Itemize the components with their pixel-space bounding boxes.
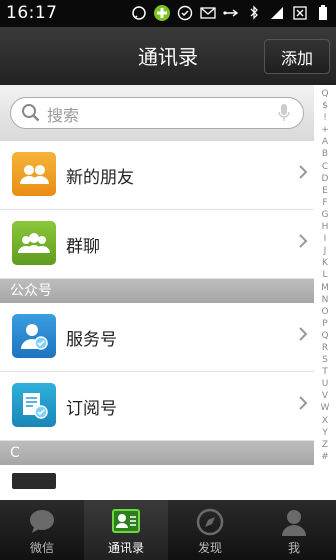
tab-chats[interactable]: 微信 — [0, 500, 84, 560]
tab-label: 微信 — [29, 541, 54, 555]
tab-contacts[interactable]: 通讯录 — [84, 500, 168, 560]
index-letter[interactable]: Q — [314, 330, 336, 342]
index-letter[interactable]: B — [314, 148, 336, 160]
signal-icon — [268, 4, 286, 22]
contacts-icon — [111, 508, 141, 537]
list-item-label: 新的朋友 — [66, 168, 134, 188]
alphabet-index[interactable]: Q $! + A B C D E F G H I J K L M N O P Q R S T U V W X Y Z # — [314, 88, 336, 500]
index-letter[interactable]: U — [314, 378, 336, 390]
index-letter[interactable]: K — [314, 257, 336, 269]
section-header-official: 公众号 — [0, 279, 314, 303]
index-letter[interactable]: + — [314, 124, 336, 136]
index-letter[interactable]: O — [314, 306, 336, 318]
message-icon — [130, 4, 148, 22]
list-item-label: 群聊 — [66, 237, 100, 257]
battery-icon — [314, 4, 332, 22]
search-input[interactable]: 搜索 — [10, 97, 304, 129]
status-icons — [130, 4, 332, 22]
index-letter[interactable]: # — [314, 451, 336, 463]
plus-badge-icon — [153, 4, 171, 22]
section-header-c: C — [0, 441, 314, 465]
index-letter[interactable]: Y — [314, 427, 336, 439]
me-icon — [281, 508, 307, 539]
service-account-icon — [12, 314, 56, 358]
index-letter[interactable]: ! — [314, 112, 336, 124]
list-item-service-account[interactable]: 服务号 — [0, 303, 314, 372]
index-letter[interactable]: Q — [314, 88, 336, 100]
avatar — [12, 473, 56, 489]
index-letter[interactable]: G — [314, 209, 336, 221]
add-button[interactable]: 添加 — [264, 39, 330, 74]
chevron-right-icon — [298, 326, 308, 346]
index-letter[interactable]: N — [314, 294, 336, 306]
index-letter[interactable]: I — [314, 233, 336, 245]
tab-label: 通讯录 — [107, 541, 144, 555]
check-icon — [176, 4, 194, 22]
list-item-subscription-account[interactable]: 订阅号 — [0, 372, 314, 441]
index-letter[interactable]: C — [314, 161, 336, 173]
search-bar: 搜索 — [0, 85, 314, 142]
usb-icon — [222, 4, 240, 22]
list-item-new-friends[interactable]: 新的朋友 — [0, 141, 314, 210]
index-letter[interactable]: $ — [314, 100, 336, 112]
chevron-right-icon — [298, 395, 308, 415]
list-item-label: 订阅号 — [66, 399, 117, 419]
tab-bar: 微信 通讯录 发现 我 — [0, 500, 336, 560]
no-sim-icon — [291, 4, 309, 22]
list-item-group-chat[interactable]: 群聊 — [0, 210, 314, 279]
tab-label: 我 — [287, 541, 300, 555]
index-letter[interactable]: L — [314, 269, 336, 281]
new-friends-icon — [12, 152, 56, 196]
index-letter[interactable]: H — [314, 221, 336, 233]
index-letter[interactable]: S — [314, 354, 336, 366]
index-letter[interactable]: M — [314, 282, 336, 294]
discover-icon — [196, 508, 224, 539]
tab-label: 发现 — [197, 541, 222, 555]
bluetooth-icon — [245, 4, 263, 22]
mail-icon — [199, 4, 217, 22]
index-letter[interactable]: J — [314, 245, 336, 257]
microphone-icon[interactable] — [277, 103, 291, 127]
index-letter[interactable]: A — [314, 136, 336, 148]
chevron-right-icon — [298, 233, 308, 253]
index-letter[interactable]: F — [314, 197, 336, 209]
index-letter[interactable]: W — [314, 402, 336, 414]
header-bar: 通讯录 添加 — [0, 27, 336, 85]
index-letter[interactable]: D — [314, 173, 336, 185]
chevron-right-icon — [298, 164, 308, 184]
index-letter[interactable]: Z — [314, 439, 336, 451]
group-chat-icon — [12, 221, 56, 265]
search-placeholder: 搜索 — [47, 106, 80, 125]
list-item-label: 服务号 — [66, 330, 117, 350]
tab-me[interactable]: 我 — [252, 500, 336, 560]
search-icon — [21, 103, 41, 127]
contacts-list: 新的朋友 群聊 公众号 服务号 订阅号 C — [0, 141, 314, 489]
tab-discover[interactable]: 发现 — [168, 500, 252, 560]
index-letter[interactable]: T — [314, 366, 336, 378]
status-bar: 16:17 — [0, 0, 336, 27]
index-letter[interactable]: E — [314, 185, 336, 197]
chat-icon — [28, 508, 56, 537]
index-letter[interactable]: V — [314, 390, 336, 402]
index-letter[interactable]: P — [314, 318, 336, 330]
index-letter[interactable]: X — [314, 415, 336, 427]
index-letter[interactable]: R — [314, 342, 336, 354]
status-time: 16:17 — [6, 3, 58, 23]
subscription-account-icon — [12, 383, 56, 427]
list-item-contact[interactable] — [0, 465, 314, 489]
